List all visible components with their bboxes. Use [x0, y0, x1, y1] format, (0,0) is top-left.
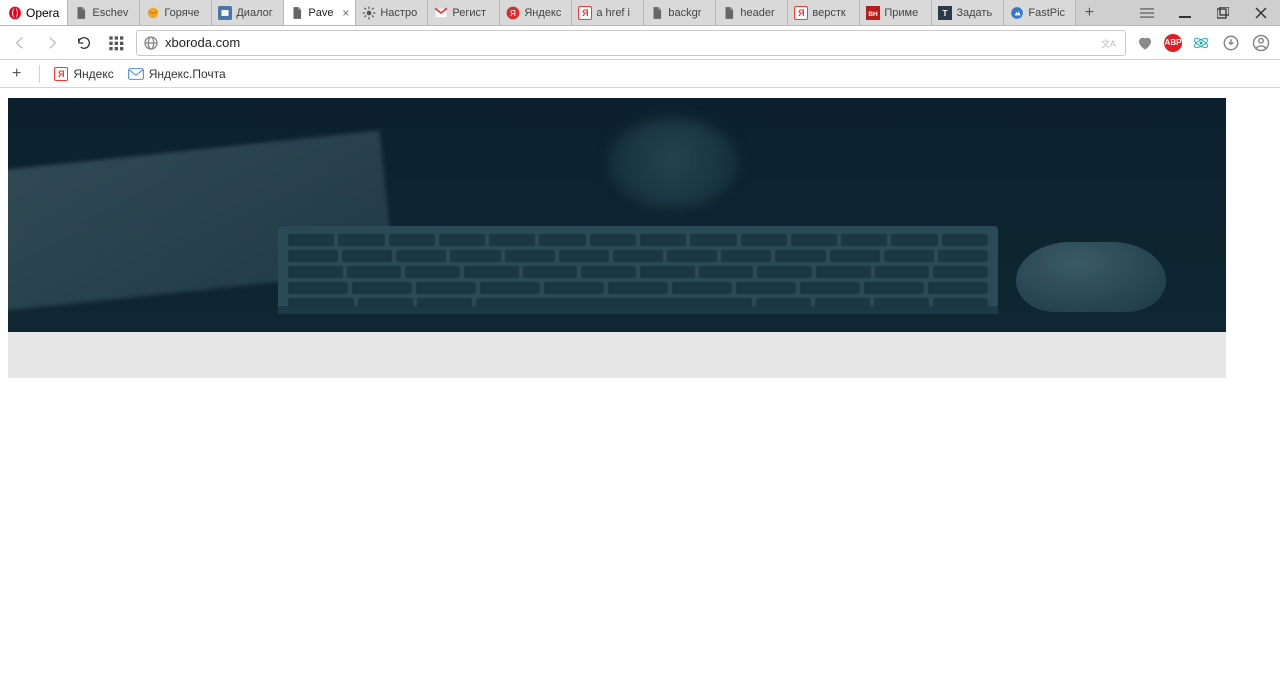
yandex-icon: Я	[54, 67, 68, 81]
downloads-button[interactable]	[1220, 32, 1242, 54]
nav-back-button[interactable]	[8, 31, 32, 55]
page-body	[8, 98, 1226, 378]
tab-label: верстк	[812, 7, 853, 19]
opera-logo-icon	[8, 6, 22, 20]
add-bookmark-button[interactable]: +	[8, 65, 25, 83]
maximize-icon	[1217, 7, 1229, 19]
svg-text:T: T	[943, 8, 948, 17]
site-info-icon[interactable]	[143, 35, 159, 51]
tab-close-button[interactable]: ×	[342, 6, 349, 20]
browser-tab[interactable]: Регист	[428, 0, 500, 25]
window-minimize-button[interactable]	[1166, 0, 1204, 25]
window-close-button[interactable]	[1242, 0, 1280, 25]
y-icon: Я	[794, 6, 808, 20]
hero-below-strip	[8, 332, 1226, 378]
tab-label: a href i	[596, 7, 637, 19]
translate-icon[interactable]: 文A	[1101, 36, 1119, 50]
minimize-icon	[1179, 7, 1191, 19]
t-icon: T	[938, 6, 952, 20]
download-icon	[1222, 34, 1240, 52]
speed-dial-button[interactable]	[104, 31, 128, 55]
address-bar: 文A ABP	[0, 26, 1280, 60]
tab-label: Задать	[956, 7, 997, 19]
tab-label: backgr	[668, 7, 709, 19]
nav-reload-button[interactable]	[72, 31, 96, 55]
doc-icon	[722, 6, 736, 20]
tab-label: Приме	[884, 7, 925, 19]
url-input[interactable]	[165, 35, 1095, 50]
grid-icon	[108, 35, 124, 51]
doc-icon	[74, 6, 88, 20]
page-viewport	[0, 88, 1280, 682]
profile-button[interactable]	[1250, 32, 1272, 54]
window-menu-button[interactable]	[1128, 0, 1166, 25]
browser-tab[interactable]: backgr	[644, 0, 716, 25]
hero-decor-mouse	[1016, 242, 1166, 312]
arrow-left-icon	[12, 35, 28, 51]
bh-icon: BH	[866, 6, 880, 20]
browser-tab[interactable]: header	[716, 0, 788, 25]
browser-tab[interactable]: Pave ×	[284, 0, 356, 25]
mail-icon	[128, 67, 144, 81]
bookmark-label: Яндекс.Почта	[149, 67, 226, 81]
browser-tab[interactable]: Яверстк	[788, 0, 860, 25]
bookmark-yandex[interactable]: Я Яндекс	[54, 67, 113, 81]
tab-strip: Opera Eschev Горяче Диалог Pave × Настро Регис…	[0, 0, 1280, 26]
hero-banner	[8, 98, 1226, 332]
arrow-right-icon	[44, 35, 60, 51]
menu-icon	[1140, 6, 1154, 20]
tab-label: Диалог	[236, 7, 277, 19]
browser-tab[interactable]: BH Приме	[860, 0, 932, 25]
browser-tab[interactable]: Горяче	[140, 0, 212, 25]
bookmark-label: Яндекс	[73, 67, 113, 81]
gear-icon	[362, 6, 376, 20]
bookmark-yandex-mail[interactable]: Яндекс.Почта	[128, 67, 226, 81]
bookmarks-divider	[39, 65, 40, 83]
browser-tab[interactable]: Я Яндекс	[500, 0, 572, 25]
user-icon	[1252, 34, 1270, 52]
ball-icon	[146, 6, 160, 20]
svg-text:文A: 文A	[1101, 37, 1116, 48]
bookmark-heart-button[interactable]	[1134, 32, 1156, 54]
nav-forward-button[interactable]	[40, 31, 64, 55]
doc-icon	[290, 6, 304, 20]
tab-label: Яндекс	[524, 7, 565, 19]
tab-label: Eschev	[92, 7, 133, 19]
extension-button[interactable]	[1190, 32, 1212, 54]
tab-label: Pave	[308, 7, 338, 19]
atom-icon	[1192, 34, 1210, 52]
svg-text:Я: Я	[510, 8, 516, 17]
tab-label: Регист	[452, 7, 493, 19]
fp-icon	[1010, 6, 1024, 20]
browser-tab[interactable]: Eschev	[68, 0, 140, 25]
url-box[interactable]: 文A	[136, 30, 1126, 56]
heart-icon	[1136, 34, 1154, 52]
opera-menu[interactable]: Opera	[0, 0, 68, 25]
adblock-plus-extension[interactable]: ABP	[1164, 34, 1182, 52]
vk-icon	[218, 6, 232, 20]
gmail-icon	[434, 6, 448, 20]
hero-decor-keyboard	[278, 226, 998, 314]
tab-label: header	[740, 7, 781, 19]
reload-icon	[76, 35, 92, 51]
bookmarks-bar: + Я Яндекс Яндекс.Почта	[0, 60, 1280, 88]
ybadge-icon: Я	[506, 6, 520, 20]
browser-tab[interactable]: Диалог	[212, 0, 284, 25]
tab-label: FastPic	[1028, 7, 1069, 19]
browser-tab[interactable]: Настро	[356, 0, 428, 25]
tab-label: Настро	[380, 7, 421, 19]
y-icon: Я	[578, 6, 592, 20]
hero-decor-cup	[608, 118, 738, 208]
window-maximize-button[interactable]	[1204, 0, 1242, 25]
tab-label: Горяче	[164, 7, 205, 19]
svg-text:BH: BH	[869, 10, 879, 17]
browser-tab[interactable]: FastPic	[1004, 0, 1076, 25]
new-tab-button[interactable]: +	[1076, 0, 1102, 25]
tabstrip-spacer	[1102, 0, 1128, 25]
doc-icon	[650, 6, 664, 20]
close-icon	[1255, 7, 1267, 19]
opera-menu-label: Opera	[26, 6, 59, 20]
browser-tab[interactable]: T Задать	[932, 0, 1004, 25]
browser-tab[interactable]: Яa href i	[572, 0, 644, 25]
